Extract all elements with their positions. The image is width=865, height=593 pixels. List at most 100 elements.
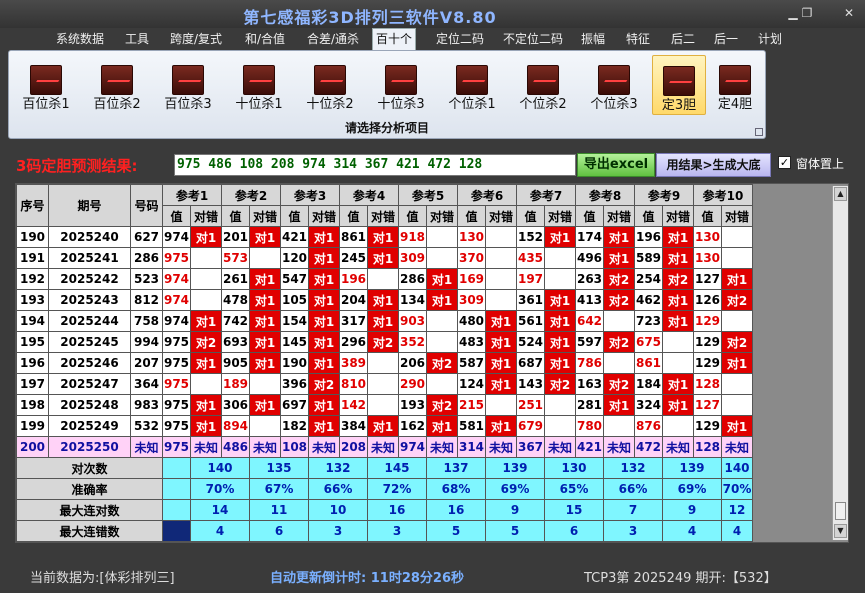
ribbon-panel: 请选择分析项目 百位杀1 百位杀2 百位杀3 十位杀1 十位杀2 十位杀3 个位杀1 个位杀2… (8, 50, 766, 139)
ref-result: 未知 (249, 436, 281, 458)
grid-scrollbar[interactable]: ▲ ▼ (832, 186, 848, 540)
ref-value: 197 (516, 268, 545, 290)
scroll-down-icon[interactable]: ▼ (834, 524, 847, 538)
menu-item-10[interactable]: 后二 (668, 29, 698, 49)
ref-result (544, 268, 576, 290)
table-row[interactable]: 198 2025248 983 975 对1 306 对1 697 对1 142 193 对2 215 2… (16, 394, 753, 416)
table-row[interactable]: 196 2025246 207 975 对1 905 对1 190 对1 389 206 对2 587 对… (16, 352, 753, 374)
stats-value: 137 (426, 457, 486, 479)
pin-window-checkbox[interactable]: ✓ (778, 156, 791, 169)
chart-icon (172, 65, 204, 95)
scroll-up-icon[interactable]: ▲ (834, 187, 847, 201)
ribbon-button-3[interactable]: 十位杀1 (226, 55, 292, 115)
menu-item-0[interactable]: 系统数据 (55, 29, 105, 49)
menu-item-11[interactable]: 后一 (711, 29, 741, 49)
row-code: 758 (130, 310, 163, 332)
menu-item-4[interactable]: 合差/通杀 (302, 29, 364, 49)
ref-result (603, 310, 635, 332)
ref-value: 786 (575, 352, 604, 374)
ref-value: 905 (221, 352, 250, 374)
ref-value: 251 (516, 394, 545, 416)
ribbon-button-7[interactable]: 个位杀2 (510, 55, 576, 115)
stats-value: 11 (249, 499, 309, 521)
close-icon[interactable]: ✕ (838, 4, 860, 22)
stats-value: 139 (662, 457, 722, 479)
ribbon-button-10[interactable]: 定4胆 (709, 55, 761, 115)
ref-value: 169 (457, 268, 486, 290)
table-row[interactable]: 199 2025249 532 975 对1 894 182 对1 384 对1 162 对1 581 对… (16, 415, 753, 437)
menu-item-5[interactable]: 百十个 (372, 28, 416, 50)
table-row[interactable]: 197 2025247 364 975 189 396 对2 810 290 124 对1 143 对2… (16, 373, 753, 395)
ribbon-button-5[interactable]: 十位杀3 (368, 55, 434, 115)
restore-icon[interactable]: ❐ (796, 4, 818, 22)
menu-item-9[interactable]: 特征 (623, 29, 653, 49)
ref-value: 145 (280, 331, 309, 353)
menu-item-6[interactable]: 定位二码 (430, 29, 490, 49)
ref-value: 587 (457, 352, 486, 374)
ribbon-button-6[interactable]: 个位杀1 (439, 55, 505, 115)
row-code: 627 (130, 226, 163, 248)
row-period: 2025240 (48, 226, 131, 248)
ref-result (721, 394, 753, 416)
row-period: 2025246 (48, 352, 131, 374)
ref-result (190, 289, 222, 311)
ref-value: 861 (339, 226, 368, 248)
stats-spacer (162, 499, 191, 521)
ribbon-button-2[interactable]: 百位杀3 (155, 55, 221, 115)
table-row[interactable]: 192 2025242 523 974 261 对1 547 对1 196 286 对1 169 197… (16, 268, 753, 290)
ribbon-button-label: 十位杀1 (235, 97, 283, 112)
ref-result: 对2 (544, 373, 576, 395)
ribbon-button-1[interactable]: 百位杀2 (84, 55, 150, 115)
ref-result: 对1 (249, 268, 281, 290)
ref-result: 对1 (544, 331, 576, 353)
ref-result (367, 373, 399, 395)
ref-result: 对1 (249, 394, 281, 416)
stats-row: 最大连对数 14 11 10 16 16 9 15 7 9 12 (16, 499, 753, 521)
stats-label: 最大连错数 (16, 520, 163, 542)
ref-result: 未知 (603, 436, 635, 458)
menu-item-1[interactable]: 工具 (122, 29, 152, 49)
ref-result: 对1 (367, 226, 399, 248)
ribbon-button-9[interactable]: 定3胆 (652, 55, 706, 115)
chart-icon (385, 65, 417, 95)
menu-item-3[interactable]: 和/合值 (240, 29, 290, 49)
generate-base-button[interactable]: 用结果>生成大底 (656, 153, 771, 177)
table-row[interactable]: 193 2025243 812 974 478 对1 105 对1 204 对1 134 对1 309 3… (16, 289, 753, 311)
stats-value: 12 (721, 499, 753, 521)
stats-value: 16 (426, 499, 486, 521)
row-seq: 190 (16, 226, 49, 248)
stats-row: 对次数 140 135 132 145 137 139 130 132 139 140 (16, 457, 753, 479)
ref-result: 对2 (603, 289, 635, 311)
ref-value: 204 (339, 289, 368, 311)
ref-value: 693 (221, 331, 250, 353)
ref-value: 597 (575, 331, 604, 353)
table-row[interactable]: 190 2025240 627 974 对1 201 对1 421 对1 861 对1 918 130 1… (16, 226, 753, 248)
scroll-thumb[interactable] (835, 502, 846, 520)
ref-result: 对1 (721, 268, 753, 290)
expand-corner-icon[interactable] (755, 128, 763, 136)
ref-value: 193 (398, 394, 427, 416)
pending-row[interactable]: 200 2025250 未知 975 未知 486 未知 108 未知 208 未知 974 未知 314… (16, 436, 753, 458)
prediction-label: 3码定胆预测结果: (16, 157, 138, 175)
table-row[interactable]: 194 2025244 758 974 对1 742 对1 154 对1 317 对1 903 480 对… (16, 310, 753, 332)
menu-item-7[interactable]: 不定位二码 (500, 29, 566, 49)
header-period: 期号 (48, 184, 131, 227)
prediction-result-field[interactable]: 975 486 108 208 974 314 367 421 472 128 (174, 154, 576, 176)
table-row[interactable]: 191 2025241 286 975 573 120 对1 245 对1 309 370 435 49… (16, 247, 753, 269)
export-excel-button[interactable]: 导出excel (577, 153, 655, 177)
menu-item-2[interactable]: 跨度/复式 (165, 29, 227, 49)
ribbon-button-0[interactable]: 百位杀1 (13, 55, 79, 115)
header-value: 值 (221, 205, 250, 227)
ref-result: 对1 (249, 352, 281, 374)
menu-item-12[interactable]: 计划 (756, 29, 784, 49)
stats-value: 135 (249, 457, 309, 479)
table-row[interactable]: 195 2025245 994 975 对2 693 对1 145 对1 296 对2 352 483 对… (16, 331, 753, 353)
menu-item-8[interactable]: 振幅 (578, 29, 608, 49)
ribbon-button-4[interactable]: 十位杀2 (297, 55, 363, 115)
ref-value: 201 (221, 226, 250, 248)
ribbon-button-8[interactable]: 个位杀3 (581, 55, 647, 115)
ref-result: 对1 (249, 331, 281, 353)
ref-result (367, 268, 399, 290)
ref-result: 对1 (190, 310, 222, 332)
ref-value: 352 (398, 331, 427, 353)
